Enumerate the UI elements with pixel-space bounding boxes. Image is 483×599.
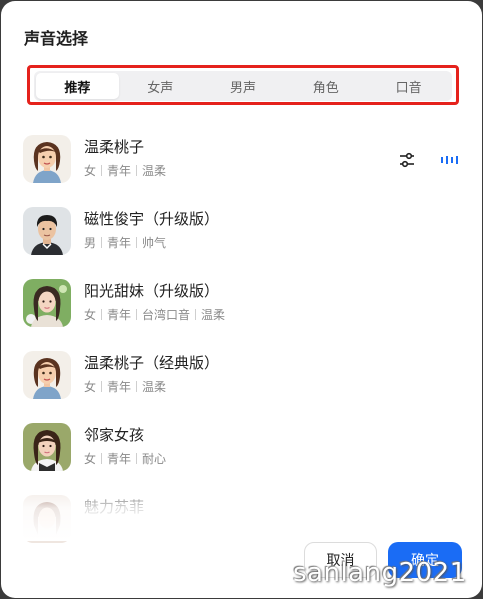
tag-divider	[101, 309, 103, 320]
tag-divider	[136, 453, 138, 464]
voice-list: 温柔桃子 女 青年 温柔 磁性俊宇（升级版） 男 青年 帅气 阳光甜妹（升级版）…	[1, 127, 482, 559]
tag: 青年	[107, 380, 132, 394]
voice-category-tabs: 推荐 女声 男声 角色 口音	[34, 71, 452, 101]
tag: 温柔	[142, 380, 167, 394]
avatar-young-man	[23, 207, 71, 255]
voice-name: 魅力苏菲	[84, 498, 145, 516]
tag: 男	[84, 236, 97, 250]
tag: 青年	[107, 308, 132, 322]
watermark-text: sanlang2021	[293, 558, 467, 588]
tag: 青年	[107, 452, 132, 466]
avatar-girl-next-door	[23, 423, 71, 471]
avatar-cartoon-woman	[23, 351, 71, 399]
voice-tags: 女 青年 温柔	[84, 378, 219, 395]
tag-divider	[136, 309, 138, 320]
tag: 青年	[107, 164, 132, 178]
tag: 帅气	[142, 236, 167, 250]
voice-tags: 女 青年 温柔	[84, 162, 166, 179]
tag-divider	[195, 309, 197, 320]
avatar-young-woman-flowers	[23, 279, 71, 327]
tag-divider	[101, 453, 103, 464]
dialog-title: 声音选择	[24, 29, 89, 48]
tag-divider	[101, 381, 103, 392]
voice-item-cixing-junyu[interactable]: 磁性俊宇（升级版） 男 青年 帅气	[1, 199, 482, 271]
tag-divider	[101, 237, 103, 248]
tag-divider	[136, 165, 138, 176]
voice-item-linjia-nvhai[interactable]: 邻家女孩 女 青年 耐心	[1, 415, 482, 487]
voice-name: 邻家女孩	[84, 426, 145, 444]
voice-tags: 男 青年 帅气	[84, 234, 219, 251]
tag-divider	[136, 381, 138, 392]
tag: 青年	[107, 236, 132, 250]
tag-divider	[136, 237, 138, 248]
voice-tags: 女 青年 台湾口音 温柔	[84, 306, 225, 323]
tag: 女	[84, 308, 97, 322]
tag: 耐心	[142, 452, 167, 466]
voice-name: 磁性俊宇（升级版）	[84, 210, 220, 228]
voice-name: 阳光甜妹（升级版）	[84, 282, 220, 300]
voice-name: 温柔桃子	[84, 138, 145, 156]
tag: 女	[84, 164, 97, 178]
tab-male[interactable]: 男声	[202, 73, 285, 99]
tab-female[interactable]: 女声	[119, 73, 202, 99]
tag: 女	[84, 452, 97, 466]
voice-item-wenrou-taozi[interactable]: 温柔桃子 女 青年 温柔	[1, 127, 482, 199]
audio-playing-icon[interactable]	[440, 154, 460, 166]
tab-accent[interactable]: 口音	[367, 73, 450, 99]
voice-item-yangguang-tianmei[interactable]: 阳光甜妹（升级版） 女 青年 台湾口音 温柔	[1, 271, 482, 343]
avatar-charming-woman	[23, 495, 71, 543]
tab-recommended[interactable]: 推荐	[36, 73, 119, 99]
voice-item-actions	[398, 151, 460, 169]
avatar-cartoon-woman	[23, 135, 71, 183]
voice-select-dialog: 声音选择 推荐 女声 男声 角色 口音 温柔桃子 女 青年 温柔 磁性俊宇（升级…	[1, 1, 482, 598]
tag: 台湾口音	[142, 308, 191, 322]
tag: 温柔	[201, 308, 226, 322]
tag: 女	[84, 380, 97, 394]
voice-tags: 女 青年 耐心	[84, 450, 166, 467]
voice-item-wenrou-taozi-classic[interactable]: 温柔桃子（经典版） 女 青年 温柔	[1, 343, 482, 415]
adjust-settings-icon[interactable]	[398, 151, 416, 169]
tag: 温柔	[142, 164, 167, 178]
tab-character[interactable]: 角色	[284, 73, 367, 99]
voice-name: 温柔桃子（经典版）	[84, 354, 220, 372]
tag-divider	[101, 165, 103, 176]
